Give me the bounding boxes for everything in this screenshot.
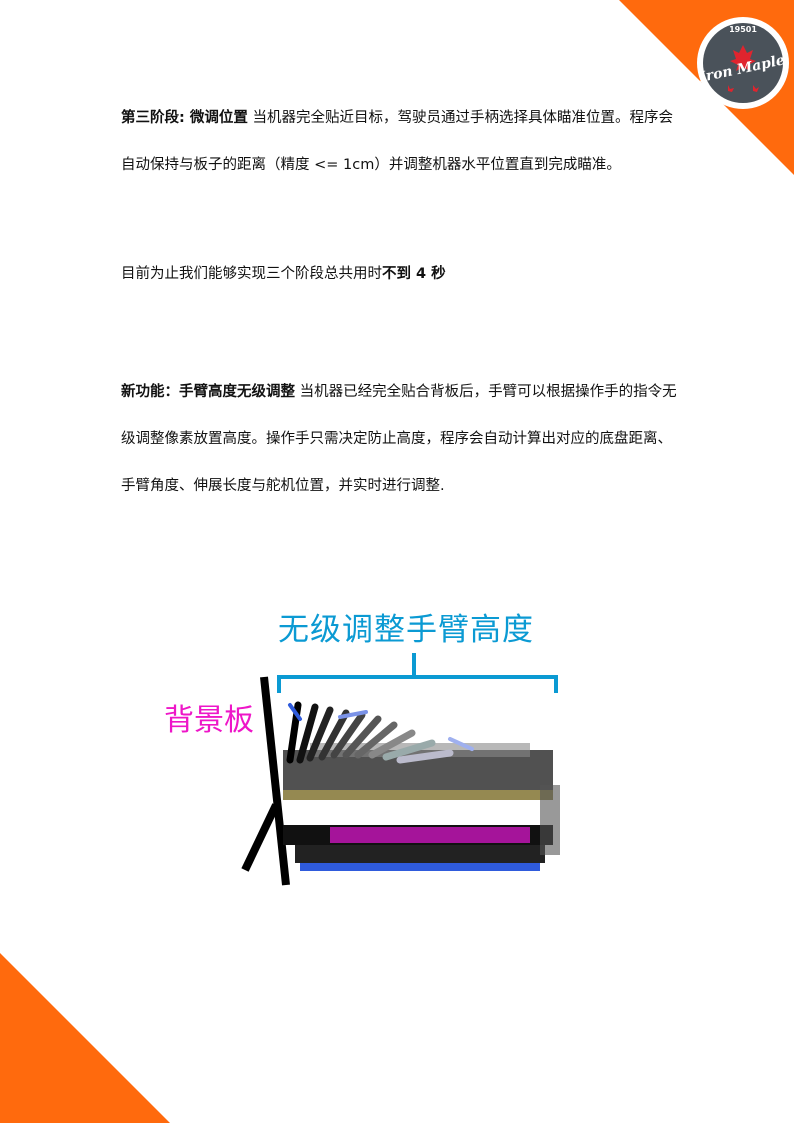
section1-heading: 第三阶段: 微调位置 — [121, 110, 248, 126]
summary-prefix: 目前为止我们能够实现三个阶段总共用时 — [121, 266, 382, 282]
section2-heading: 新功能：手臂高度无级调整 — [121, 384, 295, 400]
logo-year: 19501 — [729, 25, 757, 34]
team-logo: 19501 Iron Maple — [697, 17, 789, 109]
section2-body: 当机器已经完全贴合背板后，手臂可以根据操作手的指令无级调整像素放置高度。操作手只… — [121, 384, 677, 494]
section2-paragraph: 新功能：手臂高度无级调整 当机器已经完全贴合背板后，手臂可以根据操作手的指令无级… — [121, 369, 681, 510]
backboard — [241, 676, 290, 886]
summary-emphasis: 不到 4 秒 — [382, 266, 446, 282]
arm-height-diagram — [241, 653, 560, 886]
robot-body — [283, 743, 560, 871]
section1-paragraph: 第三阶段: 微调位置 当机器完全贴近目标，驾驶员通过手柄选择具体瞄准位置。程序会… — [121, 95, 681, 189]
range-bracket — [277, 653, 558, 693]
corner-decoration-bottom-left — [0, 953, 170, 1123]
summary-paragraph: 目前为止我们能够实现三个阶段总共用时不到 4 秒 — [121, 251, 681, 298]
